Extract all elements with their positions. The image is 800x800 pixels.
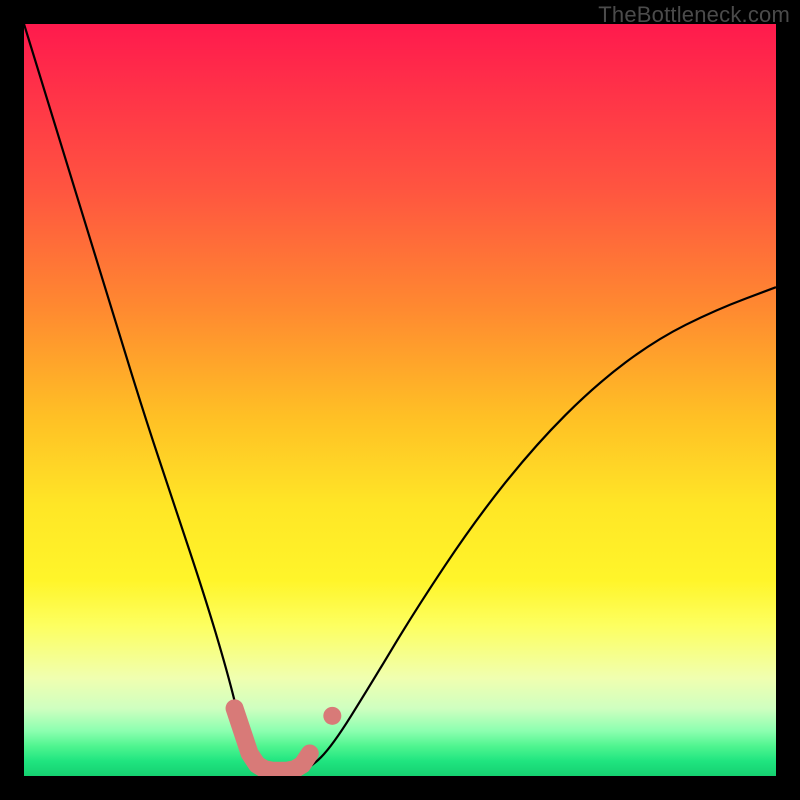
bottleneck-highlight-path bbox=[235, 708, 310, 770]
chart-area bbox=[24, 24, 776, 776]
chart-svg bbox=[24, 24, 776, 776]
bottleneck-highlight-dot bbox=[323, 707, 341, 725]
bottleneck-curve bbox=[24, 24, 776, 776]
